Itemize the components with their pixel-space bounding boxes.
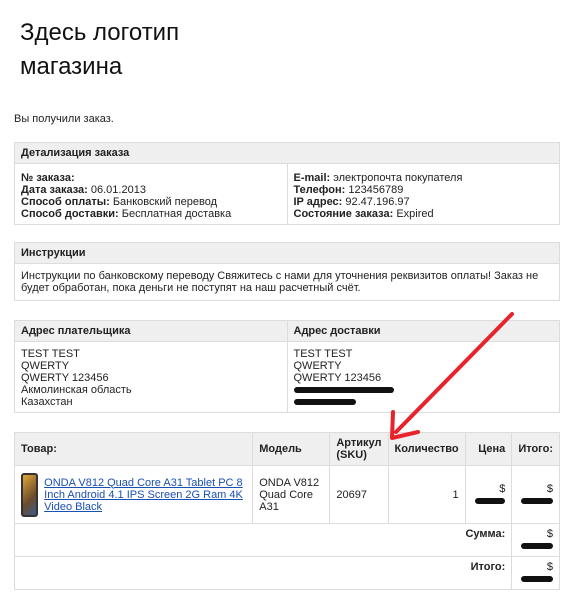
- product-cell: ONDA V812 Quad Core A31 Tablet PC 8 Inch…: [13, 465, 254, 524]
- product-qty: 1: [387, 465, 466, 524]
- instructions-text: Инструкции по банковскому переводу Свяжи…: [14, 263, 560, 301]
- payer-line-2: QWERTY 123456: [21, 372, 109, 384]
- payer-region: Акмолинская область: [21, 384, 132, 396]
- product-link[interactable]: ONDA V812 Quad Core A31 Tablet PC 8 Inch…: [44, 477, 246, 513]
- instructions-header: Инструкции: [14, 242, 560, 264]
- order-number-label: № заказа:: [21, 172, 75, 184]
- order-status-label: Состояние заказа:: [293, 208, 394, 220]
- subtotal-value: $: [511, 523, 560, 557]
- payment-method-label: Способ оплаты:: [21, 196, 110, 208]
- instructions-table: Инструкции Инструкции по банковскому пер…: [14, 242, 560, 301]
- order-date-value: 06.01.2013: [90, 184, 146, 196]
- col-sku: Артикул (SKU): [329, 432, 389, 466]
- email-value: электропочта покупателя: [333, 172, 463, 184]
- payer-line-1: QWERTY: [21, 360, 70, 372]
- payer-address: TEST TEST QWERTY QWERTY 123456 Акмолинск…: [14, 341, 288, 413]
- phone-label: Телефон:: [293, 184, 346, 196]
- product-sku: 20697: [329, 465, 389, 524]
- col-model: Модель: [252, 432, 331, 466]
- payer-address-header: Адрес плательщика: [14, 320, 288, 342]
- store-logo-placeholder: Здесь логотип магазина: [20, 16, 179, 84]
- delivery-method-label: Способ доставки:: [21, 208, 119, 220]
- product-price: $: [464, 465, 513, 524]
- order-details-left: № заказа: Дата заказа: 06.01.2013 Способ…: [14, 163, 288, 225]
- order-details-right: E-mail: электропочта покупателя Телефон:…: [286, 163, 560, 225]
- phone-value: 123456789: [348, 184, 404, 196]
- payer-country: Казахстан: [21, 396, 73, 408]
- payer-name: TEST TEST: [21, 348, 80, 360]
- payment-method-value: Банковский перевод: [112, 196, 217, 208]
- addresses-table: Адрес плательщика Адрес доставки TEST TE…: [14, 320, 560, 413]
- shipping-line-2: QWERTY 123456: [293, 372, 382, 384]
- product-thumbnail[interactable]: [21, 472, 39, 517]
- logo-line-2: магазина: [20, 53, 123, 80]
- shipping-address: TEST TEST QWERTY QWERTY 123456: [286, 341, 560, 413]
- product-model: ONDA V812 Quad Core A31: [252, 465, 331, 524]
- shipping-region-redacted: [293, 384, 554, 396]
- ip-label: IP адрес:: [293, 196, 343, 208]
- shipping-line-1: QWERTY: [293, 360, 342, 372]
- col-qty: Количество: [387, 432, 466, 466]
- col-total: Итого:: [511, 432, 560, 466]
- email-label: E-mail:: [293, 172, 331, 184]
- grand-total-value: $: [511, 556, 560, 590]
- shipping-country-redacted: [293, 396, 554, 408]
- col-product: Товар:: [13, 432, 254, 466]
- logo-line-1: Здесь логотип: [20, 19, 180, 46]
- ip-value: 92.47.196.97: [345, 196, 410, 208]
- subtotal-label: Сумма:: [13, 523, 513, 557]
- grand-total-label: Итого:: [13, 556, 513, 590]
- order-details-header: Детализация заказа: [14, 142, 560, 164]
- products-table: Товар: Модель Артикул (SKU) Количество Ц…: [13, 432, 560, 590]
- shipping-address-header: Адрес доставки: [286, 320, 560, 342]
- shipping-name: TEST TEST: [293, 348, 353, 360]
- col-price: Цена: [464, 432, 513, 466]
- order-date-label: Дата заказа:: [21, 184, 88, 196]
- product-total: $: [511, 465, 560, 524]
- order-received-message: Вы получили заказ.: [14, 113, 114, 125]
- order-details-table: Детализация заказа № заказа: Дата заказа…: [14, 142, 560, 225]
- order-status-value: Expired: [396, 208, 434, 220]
- delivery-method-value: Бесплатная доставка: [121, 208, 232, 220]
